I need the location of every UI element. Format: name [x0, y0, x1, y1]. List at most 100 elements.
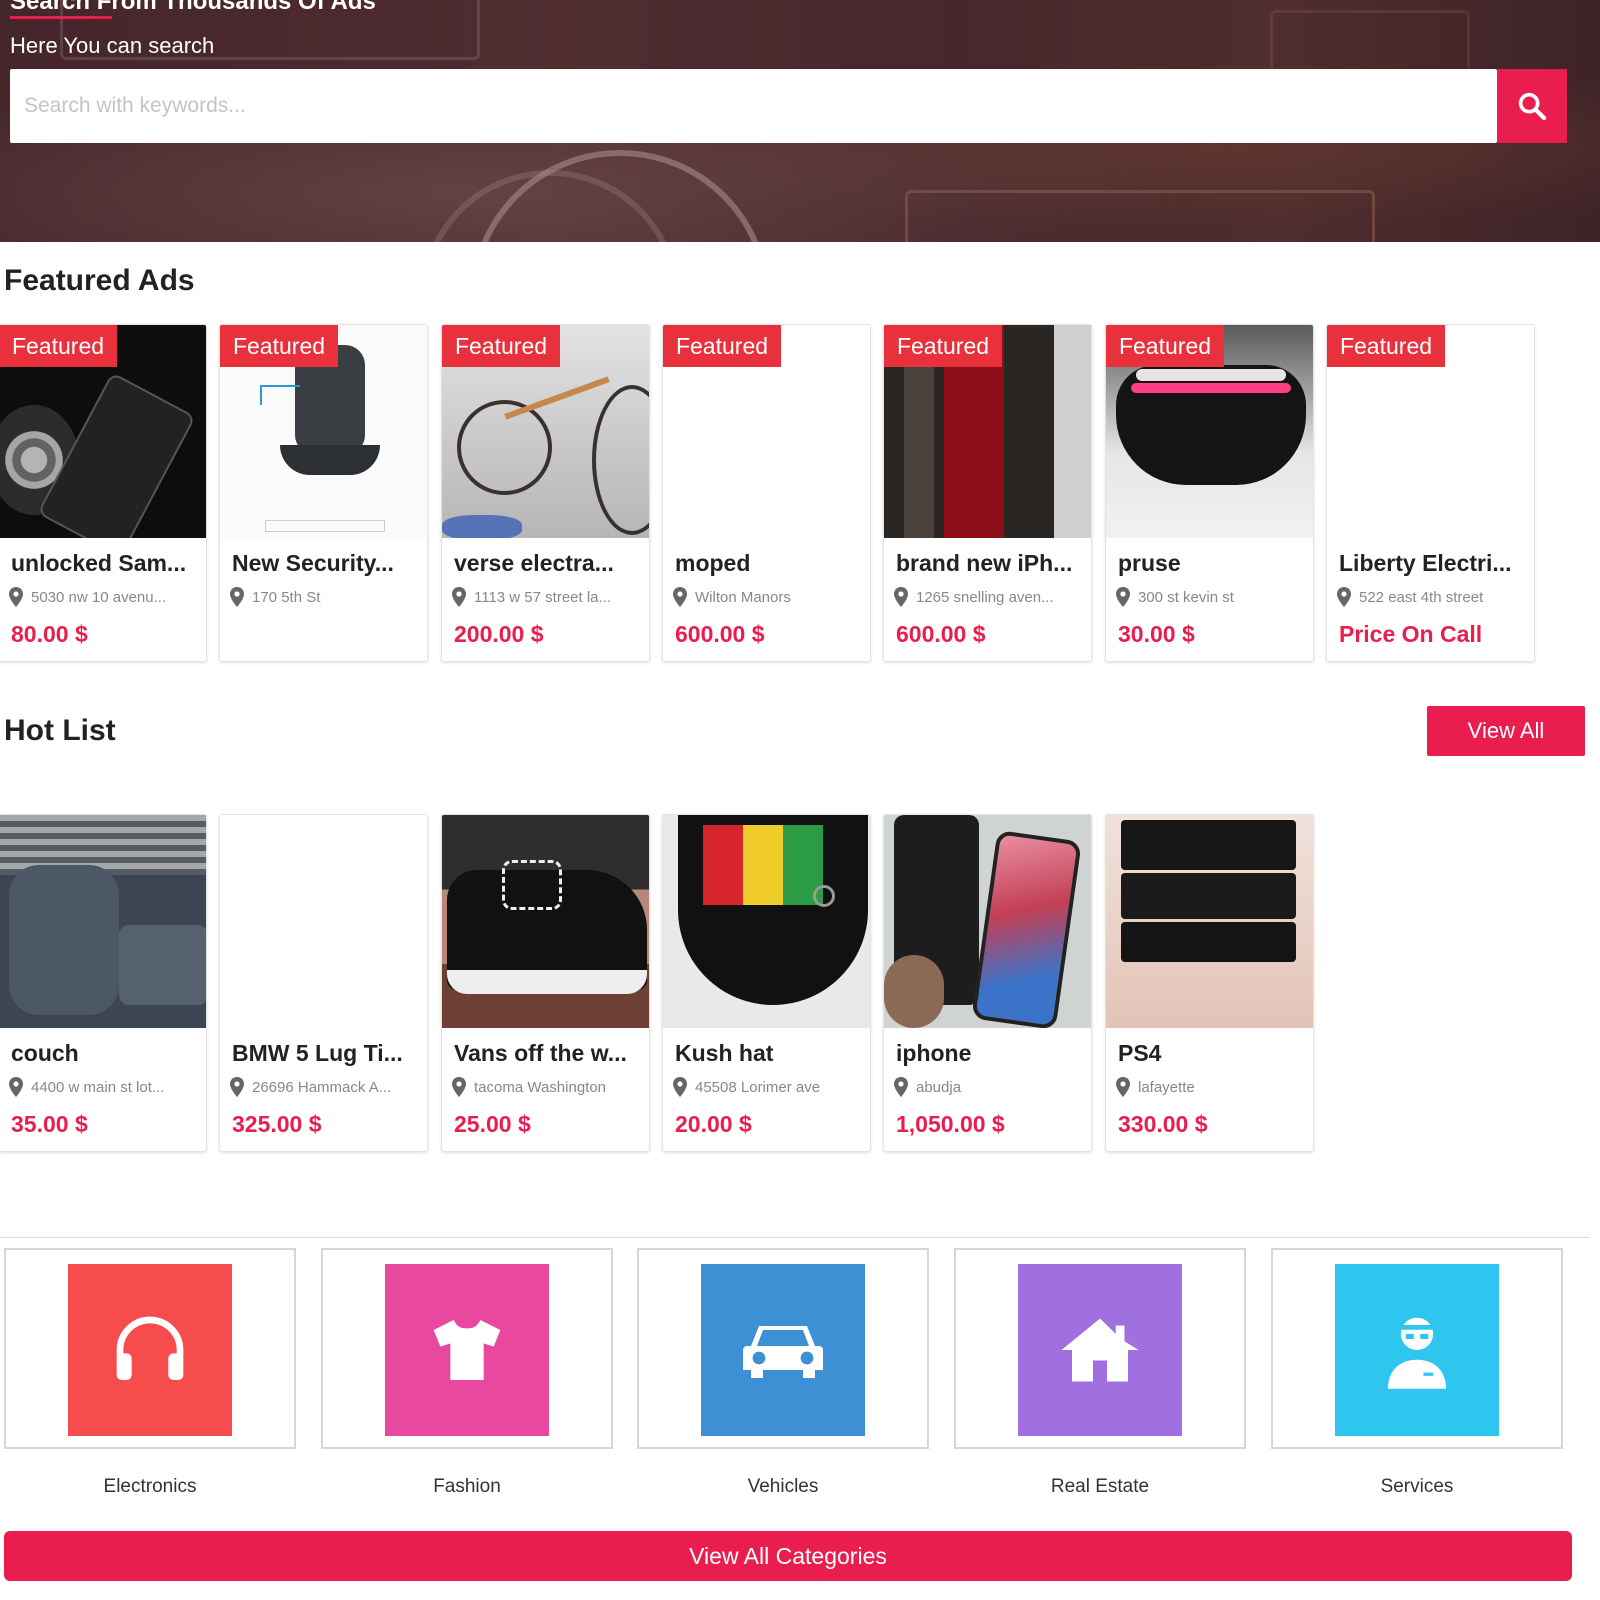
ad-title[interactable]: New Security... — [232, 550, 422, 577]
location-pin-icon — [673, 1077, 687, 1097]
ad-card[interactable]: Featured Liberty Electri... 522 east 4th s… — [1326, 324, 1535, 662]
category-tile-vehicles[interactable] — [637, 1248, 929, 1449]
ad-title[interactable]: brand new iPh... — [896, 550, 1086, 577]
ad-location: 5030 nw 10 avenu... — [9, 587, 199, 607]
ad-location: 300 st kevin st — [1116, 587, 1306, 607]
ad-price: 330.00 $ — [1118, 1111, 1208, 1137]
location-pin-icon — [9, 587, 23, 607]
ad-card[interactable]: Kush hat 45508 Lorimer ave 20.00 $ — [662, 814, 871, 1152]
ad-location: 170 5th St — [230, 587, 420, 607]
category-icon-box — [68, 1264, 232, 1436]
location-pin-icon — [452, 587, 466, 607]
hot-list-heading: Hot List — [4, 714, 116, 747]
category-icon-box — [701, 1264, 865, 1436]
featured-badge: Featured — [663, 325, 781, 367]
ad-title[interactable]: couch — [11, 1040, 201, 1067]
location-pin-icon — [452, 1077, 466, 1097]
ad-image[interactable] — [1106, 815, 1313, 1028]
ad-card[interactable]: couch 4400 w main st lot... 35.00 $ — [0, 814, 207, 1152]
ad-image[interactable] — [884, 815, 1091, 1028]
ad-location-text: 170 5th St — [252, 588, 321, 606]
ad-card[interactable]: Featured verse electra... 1113 w 57 street… — [441, 324, 650, 662]
ad-title[interactable]: Liberty Electri... — [1339, 550, 1529, 577]
ad-card[interactable]: iphone abudja 1,050.00 $ — [883, 814, 1092, 1152]
ad-location-text: 522 east 4th street — [1359, 588, 1484, 606]
ad-price: Price On Call — [1339, 621, 1483, 647]
featured-badge: Featured — [220, 325, 338, 367]
category-tile-electronics[interactable] — [4, 1248, 296, 1449]
location-pin-icon — [894, 1077, 908, 1097]
search-icon — [1518, 92, 1547, 121]
ad-location-text: 1113 w 57 street la... — [474, 588, 612, 606]
ad-card[interactable]: PS4 lafayette 330.00 $ — [1105, 814, 1314, 1152]
ad-price: 20.00 $ — [675, 1111, 752, 1137]
headphones-icon — [116, 1316, 184, 1380]
category-label[interactable]: Services — [1271, 1476, 1563, 1498]
search-input[interactable] — [10, 69, 1497, 143]
ad-location-text: 26696 Hammack A... — [252, 1078, 392, 1096]
ad-title[interactable]: verse electra... — [454, 550, 644, 577]
ad-location-text: abudja — [916, 1078, 962, 1096]
ad-price: 600.00 $ — [896, 621, 986, 647]
location-pin-icon — [9, 1077, 23, 1097]
ad-title[interactable]: unlocked Sam... — [11, 550, 201, 577]
ad-image[interactable] — [442, 815, 649, 1028]
ad-card[interactable]: Featured moped Wilton Manors 600.00 $ — [662, 324, 871, 662]
ad-card[interactable]: BMW 5 Lug Ti... 26696 Hammack A... 325.00 … — [219, 814, 428, 1152]
category-label[interactable]: Real Estate — [954, 1476, 1246, 1498]
ad-title[interactable]: PS4 — [1118, 1040, 1308, 1067]
ad-location: 45508 Lorimer ave — [673, 1077, 863, 1097]
ad-price: 30.00 $ — [1118, 621, 1195, 647]
ad-title[interactable]: iphone — [896, 1040, 1086, 1067]
ad-card[interactable]: Featured unlocked Sam... 5030 nw 10 avenu.… — [0, 324, 207, 662]
ad-location-text: 300 st kevin st — [1138, 588, 1234, 606]
ad-location: 1265 snelling aven... — [894, 587, 1084, 607]
ad-location: Wilton Manors — [673, 587, 863, 607]
ad-title[interactable]: BMW 5 Lug Ti... — [232, 1040, 422, 1067]
category-tile-fashion[interactable] — [321, 1248, 613, 1449]
ad-location: lafayette — [1116, 1077, 1306, 1097]
ad-location: 26696 Hammack A... — [230, 1077, 420, 1097]
ad-location-text: tacoma Washington — [474, 1078, 607, 1096]
house-icon — [1061, 1318, 1139, 1382]
ad-card[interactable]: Vans off the w... tacoma Washington 25.00 … — [441, 814, 650, 1152]
ad-price: 200.00 $ — [454, 621, 544, 647]
ad-image[interactable] — [220, 815, 427, 1028]
featured-badge: Featured — [1327, 325, 1445, 367]
ad-image[interactable] — [0, 815, 206, 1028]
ad-location: 1113 w 57 street la... — [452, 587, 642, 607]
ad-title[interactable]: Vans off the w... — [454, 1040, 644, 1067]
ad-price: 1,050.00 $ — [896, 1111, 1005, 1137]
category-label[interactable]: Electronics — [4, 1476, 296, 1498]
ad-location-text: 1265 snelling aven... — [916, 588, 1054, 606]
category-tile-services[interactable] — [1271, 1248, 1563, 1449]
ad-card[interactable]: Featured brand new iPh... 1265 snelling av… — [883, 324, 1092, 662]
category-label[interactable]: Vehicles — [637, 1476, 929, 1498]
view-all-button[interactable]: View All — [1427, 706, 1585, 756]
ad-card[interactable]: Featured pruse 300 st kevin st 30.00 $ — [1105, 324, 1314, 662]
location-pin-icon — [1337, 587, 1351, 607]
category-label[interactable]: Fashion — [321, 1476, 613, 1498]
ad-location: 4400 w main st lot... — [9, 1077, 199, 1097]
ad-image[interactable] — [663, 815, 870, 1028]
category-icon-box — [1018, 1264, 1182, 1436]
ad-location-text: 5030 nw 10 avenu... — [31, 588, 167, 606]
car-icon — [743, 1326, 823, 1378]
ad-title[interactable]: moped — [675, 550, 865, 577]
search-button[interactable] — [1497, 69, 1567, 143]
ad-location: 522 east 4th street — [1337, 587, 1527, 607]
featured-ads-heading: Featured Ads — [4, 264, 195, 297]
ad-location-text: lafayette — [1138, 1078, 1195, 1096]
ad-price: 25.00 $ — [454, 1111, 531, 1137]
hero-subtitle: Here You can search — [10, 33, 215, 58]
category-tile-real-estate[interactable] — [954, 1248, 1246, 1449]
ad-card[interactable]: Featured New Security... 170 5th St — [219, 324, 428, 662]
ad-title[interactable]: pruse — [1118, 550, 1308, 577]
location-pin-icon — [230, 1077, 244, 1097]
category-icon-box — [1335, 1264, 1499, 1436]
ad-price: 35.00 $ — [11, 1111, 88, 1137]
view-all-categories-button[interactable]: View All Categories — [4, 1531, 1572, 1581]
ad-location: tacoma Washington — [452, 1077, 642, 1097]
hero-title-underline — [10, 16, 112, 19]
ad-title[interactable]: Kush hat — [675, 1040, 865, 1067]
